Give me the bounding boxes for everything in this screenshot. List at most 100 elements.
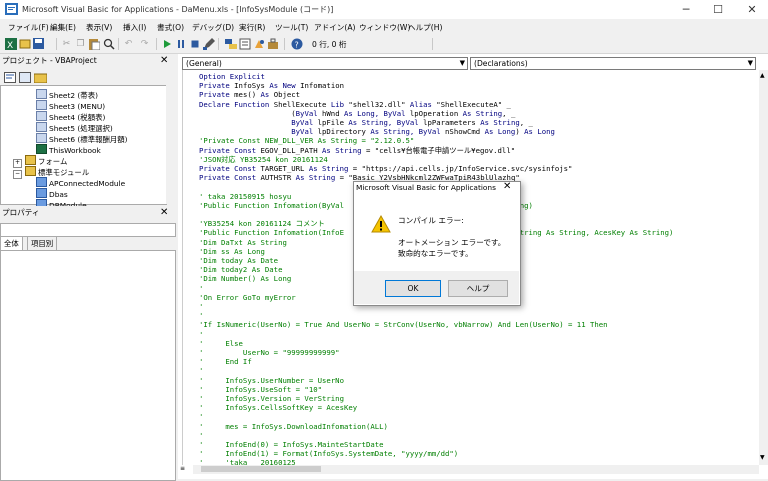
sheet-icon: [36, 89, 47, 99]
maximize-button[interactable]: ☐: [702, 0, 734, 19]
code-line: Private Const TARGET_URL As String = "ht…: [199, 164, 572, 173]
cut-icon[interactable]: ✂: [60, 37, 73, 50]
tab-categorized[interactable]: 項目別: [27, 236, 58, 251]
code-line: ': [199, 311, 203, 320]
run-icon[interactable]: [160, 37, 173, 50]
code-token: nShowCmd: [445, 127, 485, 137]
object-browser-icon[interactable]: [252, 37, 265, 50]
code-vertical-scrollbar[interactable]: ▲ ▼: [759, 70, 768, 465]
close-button[interactable]: ✕: [736, 0, 768, 19]
tree-item-thisworkbook[interactable]: ThisWorkbook: [36, 144, 101, 155]
code-line: ' InfoSys.CellsSoftKey = AcesKey: [199, 403, 357, 412]
help-icon[interactable]: ?: [290, 37, 303, 50]
procedure-combo[interactable]: (Declarations) ▼: [470, 57, 756, 70]
code-token: ' mes = InfoSys.DownloadInfomation(ALL): [199, 421, 388, 431]
redo-icon[interactable]: ↷: [138, 37, 151, 50]
excel-icon[interactable]: X: [4, 37, 17, 50]
code-line: 'Dim today As Date: [199, 256, 278, 265]
cursor-position: 0 行, 0 桁: [312, 40, 347, 49]
dialog-close-button[interactable]: ✕: [503, 181, 511, 192]
code-line: ByVal lpDirectory As String, ByVal nShow…: [199, 127, 555, 136]
properties-pane-close-button[interactable]: ✕: [160, 207, 168, 218]
project-explorer-icon[interactable]: [224, 37, 237, 50]
code-token: As New: [269, 81, 301, 91]
tab-alphabetic[interactable]: 全体: [0, 236, 23, 251]
menu-edit[interactable]: 編集(E): [50, 22, 76, 33]
horizontal-scroll-thumb[interactable]: [201, 466, 321, 472]
sheet-icon: [36, 111, 47, 121]
code-line: 'On Error GoTo myError: [199, 293, 296, 302]
collapse-toggle[interactable]: −: [13, 170, 22, 179]
tree-item-sheet5[interactable]: Sheet5 (処理選択): [36, 122, 113, 133]
break-icon[interactable]: [174, 37, 187, 50]
code-horizontal-scrollbar[interactable]: [193, 465, 759, 474]
menu-insert[interactable]: 挿入(I): [123, 22, 146, 33]
find-icon[interactable]: [102, 37, 115, 50]
code-token: 'YB35254 kon 20161124 コメント: [199, 219, 325, 229]
code-token: ': [199, 430, 204, 440]
reset-icon[interactable]: [188, 37, 201, 50]
save-icon[interactable]: [32, 37, 45, 50]
code-token: As String: [480, 118, 520, 127]
ok-button[interactable]: OK: [385, 280, 441, 297]
tree-item-apconnectedmodule[interactable]: APConnectedModule: [36, 177, 125, 188]
code-token: lpOperation: [409, 108, 463, 118]
menu-file[interactable]: ファイル(F): [8, 22, 49, 33]
design-mode-icon[interactable]: [202, 37, 215, 50]
view-buttons[interactable]: ≡: [180, 465, 192, 474]
menu-view[interactable]: 表示(V): [86, 22, 112, 33]
tree-item-sheet3[interactable]: Sheet3 (MENU): [36, 100, 105, 111]
menu-debug[interactable]: デバッグ(D): [192, 22, 234, 33]
code-token: Private: [199, 81, 235, 91]
chevron-down-icon: ▼: [747, 59, 753, 67]
view-code-icon[interactable]: [3, 71, 16, 84]
menu-window[interactable]: ウィンドウ(W): [359, 22, 410, 33]
code-token: 'Private Const NEW_DLL_VER As String = "…: [199, 136, 415, 146]
copy-icon[interactable]: ❐: [74, 37, 87, 50]
menu-tools[interactable]: ツール(T): [275, 22, 308, 33]
properties-object-combo[interactable]: [0, 223, 176, 237]
project-pane-close-button[interactable]: ✕: [160, 55, 168, 66]
tree-item-sheet6[interactable]: Sheet6 (標準報酬月額): [36, 133, 128, 144]
paste-icon[interactable]: [88, 37, 101, 50]
tree-item-sheet2[interactable]: Sheet2 (帯表): [36, 89, 98, 100]
tree-folder-standard-modules[interactable]: − 標準モジュール: [13, 166, 89, 179]
minimize-button[interactable]: ─: [670, 0, 702, 19]
object-combo[interactable]: (General) ▼: [182, 57, 468, 70]
sheet-icon: [36, 122, 47, 132]
project-tree-scrollbar[interactable]: [166, 85, 175, 204]
code-line: ' taka 20150915 hosyu: [199, 192, 291, 201]
menu-addins[interactable]: アドイン(A): [314, 22, 356, 33]
code-token: TARGET_URL: [260, 164, 309, 173]
code-token: , _: [519, 118, 533, 127]
code-token: ShellExecute: [273, 99, 331, 109]
insert-module-icon[interactable]: [18, 37, 31, 50]
toolbox-icon[interactable]: [266, 37, 279, 50]
code-line: ' UserNo = "99999999999": [199, 348, 340, 357]
code-token: Private Const: [199, 164, 261, 173]
menu-help[interactable]: ヘルプ(H): [408, 22, 442, 33]
tree-item-dbas[interactable]: Dbas: [36, 188, 68, 199]
undo-icon[interactable]: ↶: [122, 37, 135, 50]
scroll-down-icon[interactable]: ▼: [760, 454, 765, 461]
project-pane-toolbar: [0, 70, 176, 85]
code-token: As String: [308, 164, 353, 173]
code-line: 'Private Const NEW_DLL_VER As String = "…: [199, 136, 414, 145]
help-button[interactable]: ヘルプ: [448, 280, 508, 297]
toggle-folders-icon[interactable]: [34, 71, 47, 84]
menu-run[interactable]: 実行(R): [239, 22, 265, 33]
tree-item-sheet4[interactable]: Sheet4 (税額表): [36, 111, 105, 122]
menu-format[interactable]: 書式(O): [157, 22, 184, 33]
scroll-up-icon[interactable]: ▲: [760, 72, 765, 79]
code-line: 'If IsNumeric(UserNo) = True And UserNo …: [199, 320, 608, 329]
tree-folder-forms[interactable]: + フォーム: [13, 155, 67, 168]
code-token: ' InfoSys.CellsSoftKey = AcesKey: [199, 403, 358, 413]
properties-grid: [0, 250, 176, 481]
code-token: ' UserNo = "99999999999": [199, 348, 340, 357]
view-object-icon[interactable]: [18, 71, 31, 84]
code-token: InfoSys: [234, 81, 270, 91]
code-token: ' Else: [199, 338, 243, 348]
properties-icon[interactable]: [238, 37, 251, 50]
code-line: ': [199, 412, 203, 421]
